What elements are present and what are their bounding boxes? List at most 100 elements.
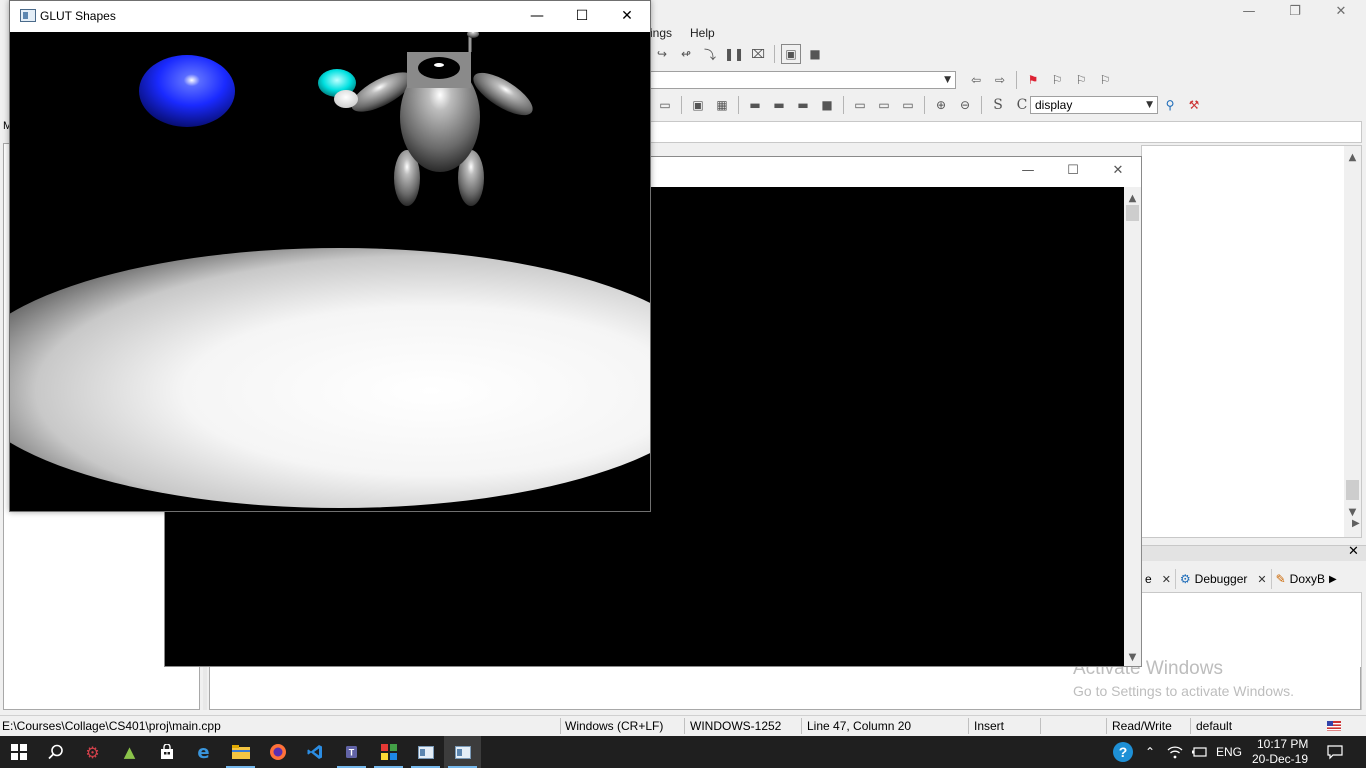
status-file-path: E:\Courses\Collage\CS401\proj\main.cpp <box>2 719 221 733</box>
status-bar: E:\Courses\Collage\CS401\proj\main.cpp W… <box>0 715 1366 736</box>
scroll-down-icon[interactable]: ▼ <box>1124 649 1141 666</box>
bookmark-prev-icon[interactable]: ⚐ <box>1047 70 1067 90</box>
close-icon[interactable]: ✕ <box>1257 573 1266 586</box>
clock-time[interactable]: 10:17 PM <box>1257 737 1308 751</box>
shape-2-icon[interactable]: ▭ <box>874 95 894 115</box>
console-app-icon[interactable] <box>407 736 444 768</box>
status-line-endings: Windows (CR+LF) <box>565 719 664 733</box>
wifi-icon[interactable] <box>1162 736 1188 768</box>
shape-3-icon[interactable]: ▭ <box>898 95 918 115</box>
shape-1-icon[interactable]: ▭ <box>850 95 870 115</box>
console-close-button[interactable]: ✕ <box>1095 163 1141 178</box>
bookmark-clear-icon[interactable]: ⚐ <box>1095 70 1115 90</box>
search-icon[interactable] <box>37 736 74 768</box>
file-explorer-icon[interactable] <box>222 736 259 768</box>
ide-minimize-button[interactable]: — <box>1226 0 1272 22</box>
firefox-icon[interactable] <box>259 736 296 768</box>
svg-text:T: T <box>348 748 354 758</box>
editor-tab-strip <box>650 121 1362 143</box>
store-icon[interactable] <box>148 736 185 768</box>
language-indicator[interactable]: ENG <box>1216 745 1242 759</box>
notification-icon[interactable] <box>1316 736 1353 768</box>
status-divider <box>1040 718 1041 734</box>
close-icon[interactable]: ✕ <box>1162 573 1171 586</box>
search-icon[interactable]: ⚲ <box>1160 95 1180 115</box>
status-divider <box>801 718 802 734</box>
chevron-down-icon: ▼ <box>944 75 951 85</box>
various-info-icon[interactable]: ■ <box>805 44 825 64</box>
ide-restore-button[interactable]: ❐ <box>1272 0 1318 22</box>
image-icon[interactable]: ▣ <box>688 95 708 115</box>
forward-icon[interactable]: ⇨ <box>990 70 1010 90</box>
bookmark-toggle-icon[interactable]: ⚑ <box>1023 70 1043 90</box>
toolbar-separator <box>924 96 925 114</box>
teams-icon[interactable]: T <box>333 736 370 768</box>
console-maximize-button[interactable]: ☐ <box>1050 163 1096 178</box>
logs-tab-doxyblocks[interactable]: ✎ DoxyB ▶ <box>1272 569 1341 589</box>
logs-tabs: e ✕ ⚙ Debugger ✕ ✎ DoxyB ▶ <box>1141 568 1366 590</box>
debug-toolbar: ↪ ↫ ⤵ ❚❚ ⌧ ▣ ■ <box>652 44 825 64</box>
scroll-right-icon[interactable]: ▶ <box>1352 518 1360 529</box>
stop-debug-icon[interactable]: ⌧ <box>748 44 768 64</box>
debug-windows-icon[interactable]: ▣ <box>781 44 801 64</box>
logs-tab-build[interactable]: e ✕ <box>1141 569 1176 589</box>
text-block-icon[interactable]: ▦ <box>712 95 732 115</box>
step-out-icon[interactable]: ↫ <box>676 44 696 64</box>
console-minimize-button[interactable]: — <box>1005 163 1051 178</box>
zoom-in-icon[interactable]: ⊕ <box>931 95 951 115</box>
logs-tab-debugger[interactable]: ⚙ Debugger ✕ <box>1176 569 1272 589</box>
opengl-scene[interactable] <box>10 32 650 511</box>
zoom-out-icon[interactable]: ⊖ <box>955 95 975 115</box>
function-combo[interactable]: display ▼ <box>1030 96 1158 114</box>
search-toolbar: ⚲ ⚒ <box>1160 95 1204 115</box>
ide-close-button[interactable]: ✕ <box>1318 0 1364 22</box>
start-button[interactable] <box>0 736 37 768</box>
toolbar-separator <box>1016 71 1017 89</box>
navigation-toolbar: ⇦ ⇨ ⚑ ⚐ ⚐ ⚐ <box>966 70 1115 90</box>
scroll-thumb[interactable] <box>1126 205 1139 221</box>
doxy-icon: ✎ <box>1275 572 1286 586</box>
glut-window: GLUT Shapes — ☐ ✕ <box>9 0 651 512</box>
next-instruction-icon[interactable]: ⤵ <box>700 44 720 64</box>
code-completion-combo[interactable]: ▼ <box>650 71 956 89</box>
scroll-up-icon[interactable]: ▲ <box>1344 149 1361 166</box>
glut-maximize-button[interactable]: ☐ <box>559 5 605 27</box>
tab-scroll-right-icon[interactable]: ▶ <box>1329 574 1337 585</box>
toolbar-separator <box>774 45 775 63</box>
status-insert-mode: Insert <box>974 719 1005 733</box>
editor-vertical-scrollbar[interactable]: ▲ ▼ <box>1344 146 1361 537</box>
menu-help[interactable]: Help <box>688 24 717 42</box>
pause-icon[interactable]: ❚❚ <box>724 44 744 64</box>
step-into-icon[interactable]: ↪ <box>652 44 672 64</box>
vscode-icon[interactable] <box>296 736 333 768</box>
block-3-icon[interactable]: ▬ <box>793 95 813 115</box>
back-icon[interactable]: ⇦ <box>966 70 986 90</box>
s-icon[interactable]: S <box>988 95 1008 115</box>
settings-wrench-icon[interactable]: ⚒ <box>1184 95 1204 115</box>
c-icon[interactable]: C <box>1012 95 1032 115</box>
chevron-down-icon: ▼ <box>1146 100 1153 110</box>
android-studio-icon[interactable]: ▲ <box>111 736 148 768</box>
edge-browser-icon[interactable]: e <box>185 736 222 768</box>
glut-titlebar[interactable]: GLUT Shapes — ☐ ✕ <box>10 1 650 31</box>
block-2-icon[interactable]: ▬ <box>769 95 789 115</box>
logs-tab-label: DoxyB <box>1289 572 1326 586</box>
blue-sphere <box>139 55 235 127</box>
editor-area[interactable]: ▲ ▼ <box>1141 145 1362 538</box>
chevron-up-icon[interactable]: ⌃ <box>1135 736 1165 768</box>
close-icon[interactable]: ✕ <box>1348 544 1359 559</box>
codeblocks-icon[interactable] <box>370 736 407 768</box>
menu-settings[interactable]: ings <box>648 24 674 42</box>
gear-app-icon[interactable]: ⚙ <box>74 736 111 768</box>
scroll-thumb[interactable] <box>1346 480 1359 500</box>
console-vertical-scrollbar[interactable]: ▲ ▼ <box>1124 187 1141 666</box>
clock-date[interactable]: 20-Dec-19 <box>1252 752 1308 766</box>
box-icon[interactable]: ▭ <box>655 95 675 115</box>
block-4-icon[interactable]: ■ <box>817 95 837 115</box>
battery-icon[interactable] <box>1186 736 1212 768</box>
glut-minimize-button[interactable]: — <box>514 5 560 27</box>
glut-close-button[interactable]: ✕ <box>604 5 650 27</box>
block-1-icon[interactable]: ▬ <box>745 95 765 115</box>
bookmark-next-icon[interactable]: ⚐ <box>1071 70 1091 90</box>
glut-app-icon[interactable] <box>444 736 481 768</box>
